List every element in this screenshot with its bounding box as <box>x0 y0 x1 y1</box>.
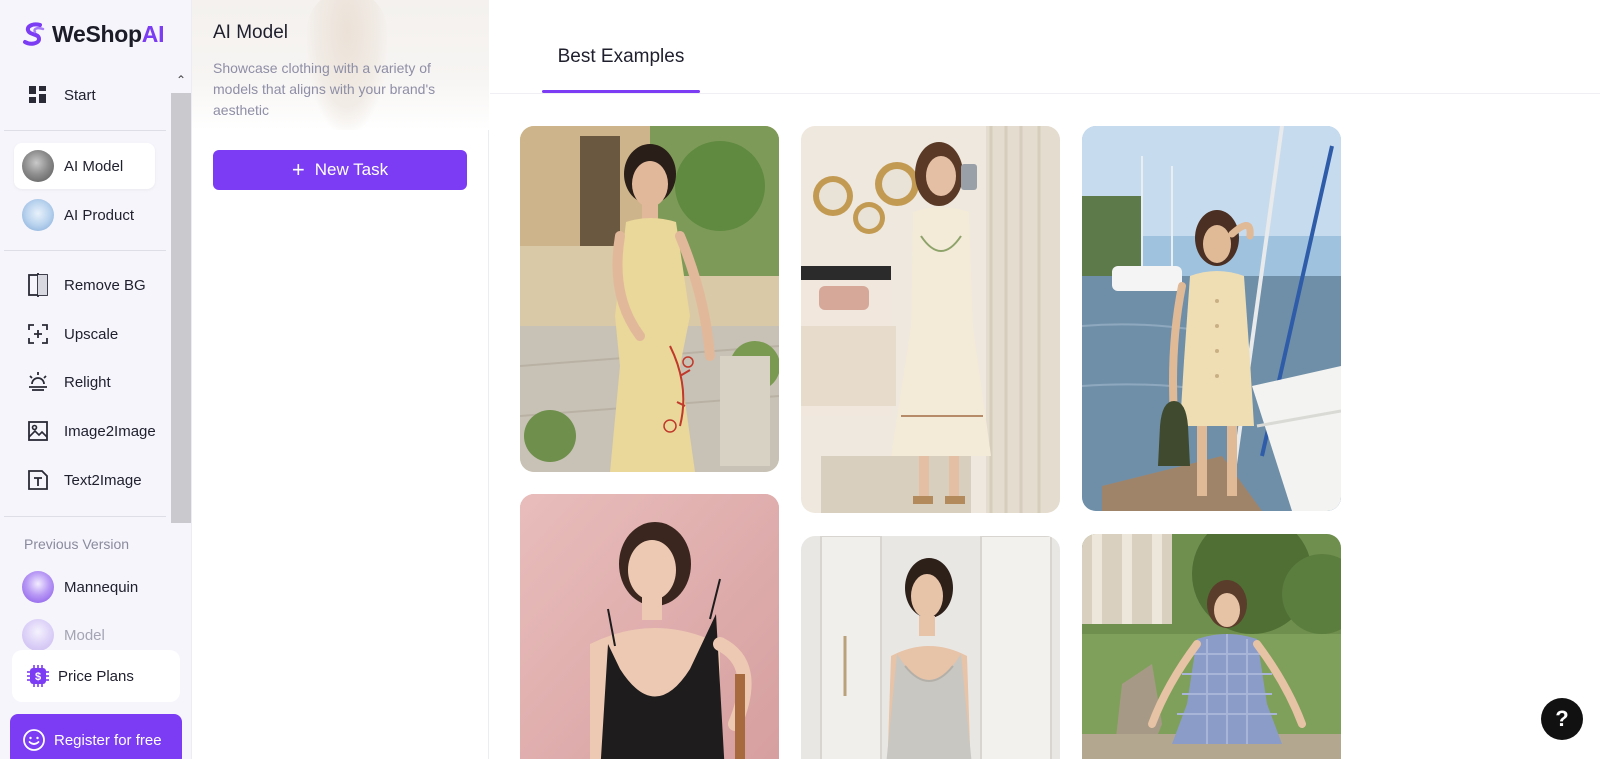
upscale-icon <box>26 322 50 346</box>
panel-title: AI Model <box>213 22 288 43</box>
active-tab-indicator <box>542 90 700 93</box>
register-button[interactable]: Register for free <box>10 714 182 759</box>
sidebar-scrollbar[interactable]: ⌃ <box>170 66 192 646</box>
sidebar-item-label: Relight <box>64 373 111 391</box>
sidebar-item-remove-bg[interactable]: Remove BG <box>14 262 155 308</box>
sidebar-item-label: AI Product <box>64 206 135 224</box>
sidebar-item-label: Model <box>64 626 105 644</box>
sidebar-item-ai-product[interactable]: AI Product <box>14 192 155 238</box>
grid-icon <box>26 83 50 107</box>
previous-version-heading: Previous Version <box>24 536 130 552</box>
help-button[interactable]: ? <box>1541 698 1583 740</box>
example-image-card[interactable] <box>520 126 779 472</box>
example-image-card[interactable] <box>801 126 1060 513</box>
brand-name: WeShopAI <box>52 20 165 47</box>
example-image-card[interactable] <box>520 494 779 759</box>
brand-logo[interactable]: WeShopAI <box>20 18 164 50</box>
sidebar-item-image2image[interactable]: Image2Image <box>14 408 156 454</box>
sidebar-item-label: Start <box>64 86 96 104</box>
image-icon <box>26 419 50 443</box>
sidebar-divider <box>4 250 166 251</box>
plus-icon: + <box>291 157 305 182</box>
smile-icon <box>23 729 45 751</box>
sidebar-item-mannequin[interactable]: Mannequin <box>14 564 155 610</box>
scrollbar-thumb[interactable] <box>171 93 191 523</box>
sidebar-item-relight[interactable]: Relight <box>14 359 155 405</box>
sidebar-item-text2image[interactable]: Text2Image <box>14 457 155 503</box>
tab-best-examples[interactable]: Best Examples <box>542 46 700 68</box>
mannequin-avatar-icon <box>22 571 54 603</box>
sidebar-item-label: Remove BG <box>64 276 146 294</box>
example-image-black-slip-dress <box>520 494 779 759</box>
example-image-card[interactable] <box>801 536 1060 759</box>
price-plans-label: Price Plans <box>58 667 134 685</box>
new-task-label: New Task <box>314 160 389 179</box>
example-image-card[interactable] <box>1082 534 1341 759</box>
register-label: Register for free <box>54 731 162 749</box>
new-task-button[interactable]: + New Task <box>213 150 467 190</box>
example-image-yellow-floral-dress <box>520 126 779 472</box>
example-image-card[interactable] <box>1082 126 1341 511</box>
sidebar-divider <box>4 516 166 517</box>
svg-text:$: $ <box>35 671 41 683</box>
sidebar-item-label: Image2Image <box>64 422 156 440</box>
sidebar: WeShopAI Start AI Model AI Product Remov… <box>0 0 192 759</box>
weshop-logo-icon <box>23 22 45 46</box>
text-image-icon <box>26 468 50 492</box>
ai-product-avatar-icon <box>22 199 54 231</box>
dollar-chip-icon: $ <box>27 665 49 687</box>
app-window: WeShopAI Start AI Model AI Product Remov… <box>0 0 1600 759</box>
sidebar-item-ai-model[interactable]: AI Model <box>14 143 155 189</box>
ai-model-avatar-icon <box>22 150 54 182</box>
relight-icon <box>26 370 50 394</box>
sidebar-item-start[interactable]: Start <box>14 72 155 118</box>
sidebar-divider <box>4 130 166 131</box>
sidebar-item-label: Upscale <box>64 325 119 343</box>
sidebar-item-label: AI Model <box>64 157 124 175</box>
model-avatar-icon <box>22 619 54 651</box>
example-image-blue-gingham-dress <box>1082 534 1341 759</box>
example-image-grey-cowl-top <box>801 536 1060 759</box>
remove-bg-icon <box>26 273 50 297</box>
panel-description: Showcase clothing with a variety of mode… <box>213 60 436 118</box>
task-panel: AI Model Showcase clothing with a variet… <box>192 0 489 759</box>
sidebar-item-label: Mannequin <box>64 578 139 596</box>
tab-bar: Best Examples <box>490 0 1600 94</box>
example-image-marina-cream-dress <box>1082 126 1341 511</box>
main-content: Best Examples <box>490 0 1600 759</box>
sidebar-item-label: Text2Image <box>64 471 142 489</box>
scroll-up-icon[interactable]: ⌃ <box>170 72 192 88</box>
example-image-cream-embroidered-dress <box>801 126 1060 513</box>
price-plans-button[interactable]: $ Price Plans <box>12 650 180 702</box>
sidebar-item-upscale[interactable]: Upscale <box>14 311 155 357</box>
